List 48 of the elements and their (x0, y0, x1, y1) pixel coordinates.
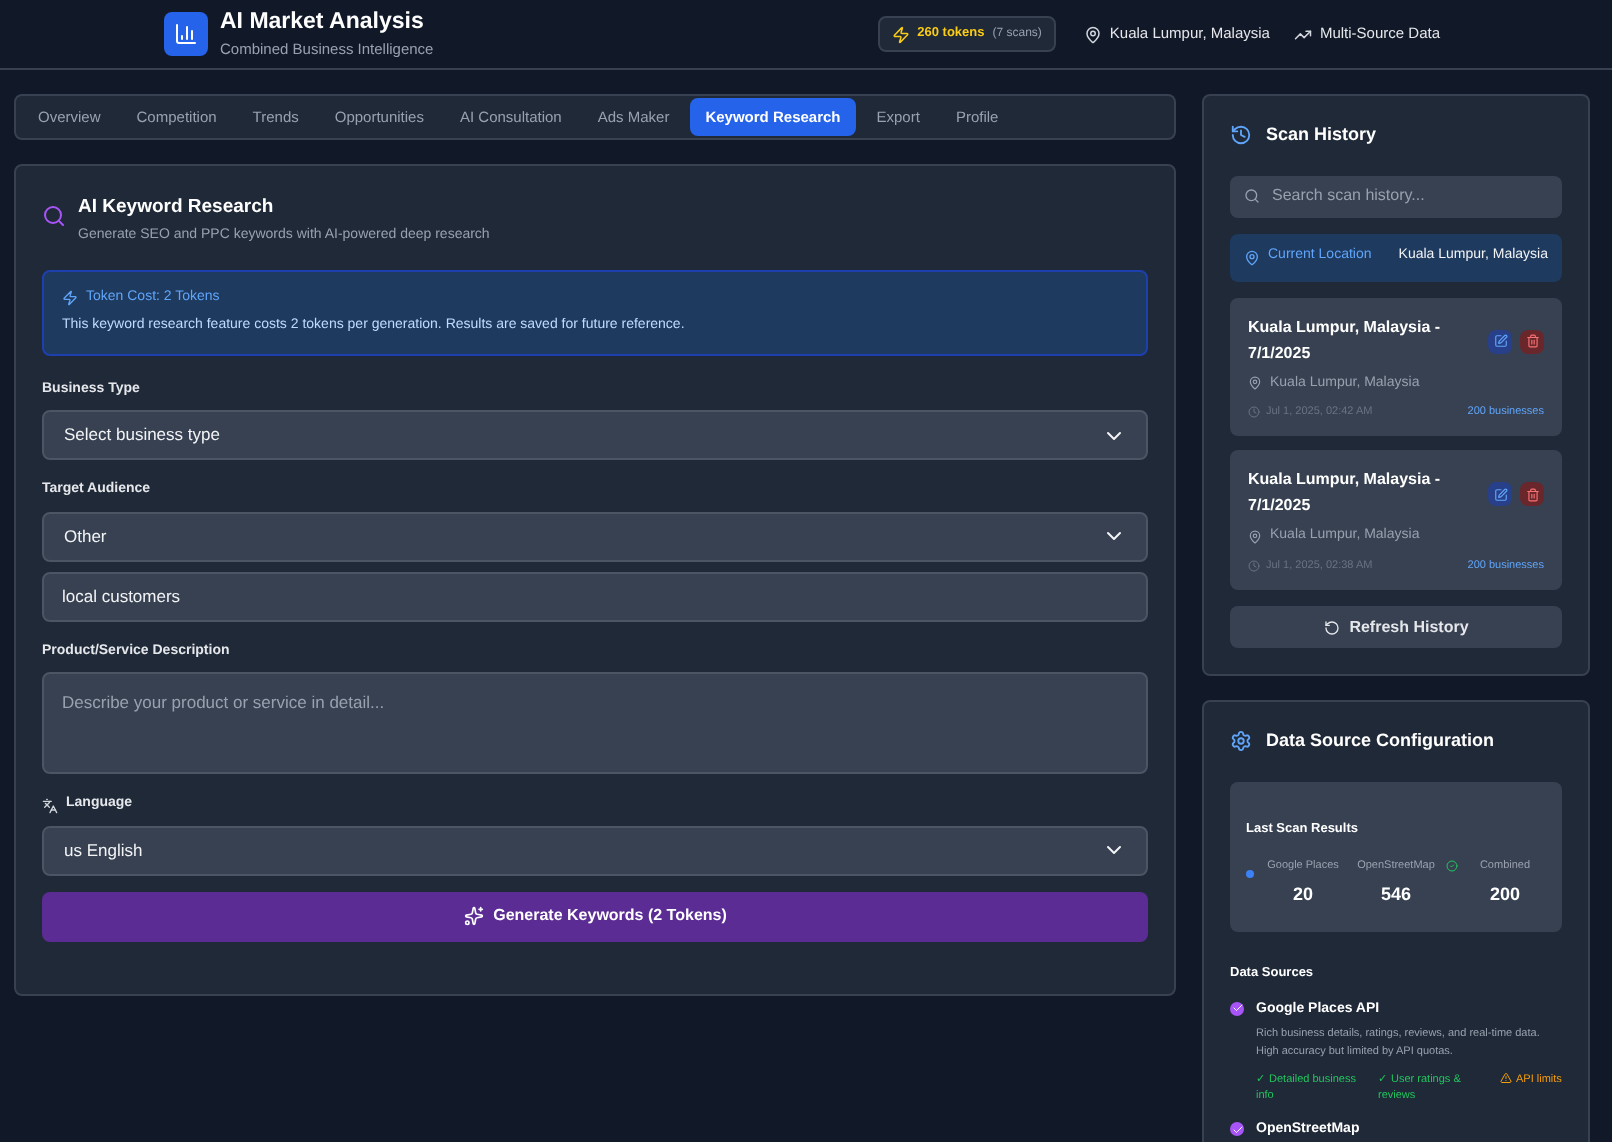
delete-button[interactable] (1520, 482, 1544, 507)
edit-button[interactable] (1488, 329, 1512, 353)
lightning-icon (891, 25, 910, 43)
stat-value: 546 (1380, 881, 1412, 907)
input-field[interactable]: local customers (42, 571, 1148, 622)
stat-value: 20 (1292, 881, 1313, 907)
search-icon (1244, 188, 1260, 204)
location-pin-icon (1248, 530, 1262, 544)
scan-title: Kuala Lumpur, Malaysia - 7/1/2025 (1248, 468, 1443, 519)
logo-icon (164, 12, 208, 56)
check-icon (1231, 1123, 1243, 1136)
warning-icon (1500, 1072, 1512, 1085)
textarea-field[interactable]: Describe your product or service in detail... (42, 672, 1148, 775)
refresh-history-button[interactable]: Refresh History (1230, 606, 1562, 648)
generate-keywords-button[interactable]: Generate Keywords (2 Tokens) (42, 891, 1148, 942)
app-title: AI Market Analysis (220, 8, 426, 38)
panel-title: Data Source Configuration (1266, 728, 1495, 754)
card-title: AI Keyword Research (78, 194, 276, 222)
search-field[interactable]: Search scan history... (1230, 175, 1562, 217)
edit-icon (1493, 487, 1507, 502)
settings-icon (1230, 730, 1252, 753)
trash-icon (1525, 487, 1539, 502)
trend-icon (1293, 25, 1312, 43)
trash-icon (1525, 334, 1539, 348)
translate-icon (42, 797, 58, 813)
select-field[interactable]: us English (42, 825, 1148, 876)
clock-icon (1248, 559, 1260, 572)
lightning-icon (62, 290, 78, 306)
search-icon (42, 204, 66, 228)
history-icon (1230, 124, 1252, 147)
edit-icon (1493, 334, 1507, 348)
scan-title: Kuala Lumpur, Malaysia - 7/1/2025 (1248, 315, 1443, 365)
delete-button[interactable] (1520, 329, 1544, 353)
checkbox[interactable] (1230, 1001, 1244, 1016)
location-pin-icon (1248, 376, 1262, 391)
stat-value: 200 (1489, 881, 1521, 907)
check-circle-icon (1446, 859, 1458, 871)
clock-icon (1248, 406, 1260, 419)
panel-title: Scan History (1266, 122, 1377, 148)
location-pin-icon (1083, 25, 1102, 43)
sparkles-icon (463, 906, 484, 927)
check-icon (1231, 1002, 1243, 1015)
edit-button[interactable] (1488, 482, 1512, 507)
select-field[interactable]: Select business type (42, 410, 1148, 461)
select-field[interactable]: Other (42, 511, 1148, 562)
checkbox[interactable] (1230, 1122, 1244, 1137)
location-pin-icon (1244, 249, 1260, 265)
refresh-icon (1323, 619, 1340, 635)
